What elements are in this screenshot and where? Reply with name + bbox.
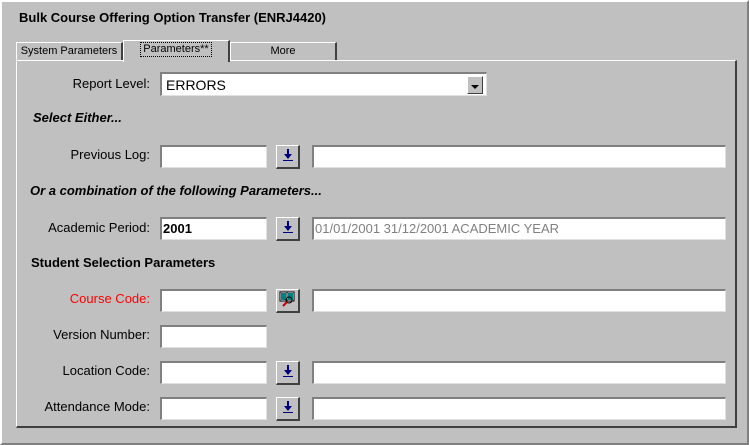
academic-period-description: 01/01/2001 31/12/2001 ACADEMIC YEAR <box>312 217 726 240</box>
tab-label: Parameters** <box>140 42 212 57</box>
previous-log-lookup-button[interactable] <box>276 145 300 169</box>
select-either-heading: Select Either... <box>33 110 122 125</box>
report-level-combo[interactable]: ERRORS <box>160 72 487 96</box>
book-search-icon <box>279 291 297 310</box>
student-selection-heading: Student Selection Parameters <box>31 255 216 270</box>
attendance-mode-input[interactable] <box>160 397 267 420</box>
academic-period-lookup-button[interactable] <box>276 217 300 241</box>
tab-label: System Parameters <box>20 45 118 57</box>
down-arrow-lookup-icon <box>282 401 293 416</box>
down-arrow-lookup-icon <box>282 365 293 380</box>
tab-more[interactable]: More <box>230 42 337 61</box>
location-code-description <box>312 361 726 384</box>
course-code-description <box>312 289 726 312</box>
course-code-search-button[interactable] <box>276 289 300 313</box>
attendance-mode-label: Attendance Mode: <box>44 399 150 414</box>
attendance-mode-lookup-button[interactable] <box>276 397 300 421</box>
attendance-mode-description <box>312 397 726 420</box>
previous-log-description <box>312 145 726 168</box>
tab-system-parameters[interactable]: System Parameters <box>16 42 123 61</box>
location-code-input[interactable] <box>160 361 267 384</box>
version-number-label: Version Number: <box>53 327 150 342</box>
location-code-lookup-button[interactable] <box>276 361 300 385</box>
academic-period-input[interactable]: 2001 <box>160 217 267 240</box>
course-code-label: Course Code: <box>69 291 150 306</box>
down-arrow-lookup-icon <box>282 221 293 236</box>
combination-heading: Or a combination of the following Parame… <box>30 183 322 198</box>
previous-log-label: Previous Log: <box>70 147 151 162</box>
tab-label: More <box>270 45 296 57</box>
chevron-down-icon <box>471 78 479 93</box>
report-level-dropdown-button[interactable] <box>467 76 483 94</box>
report-level-value: ERRORS <box>166 77 226 93</box>
tab-parameters[interactable]: Parameters** <box>123 40 230 62</box>
previous-log-input[interactable] <box>160 145 267 168</box>
location-code-label: Location Code: <box>62 363 150 378</box>
course-code-input[interactable] <box>160 289 267 312</box>
down-arrow-lookup-icon <box>282 149 293 164</box>
report-level-label: Report Level: <box>72 76 150 91</box>
academic-period-label: Academic Period: <box>48 220 150 235</box>
window-title: Bulk Course Offering Option Transfer (EN… <box>19 10 327 25</box>
version-number-input[interactable] <box>160 325 267 348</box>
